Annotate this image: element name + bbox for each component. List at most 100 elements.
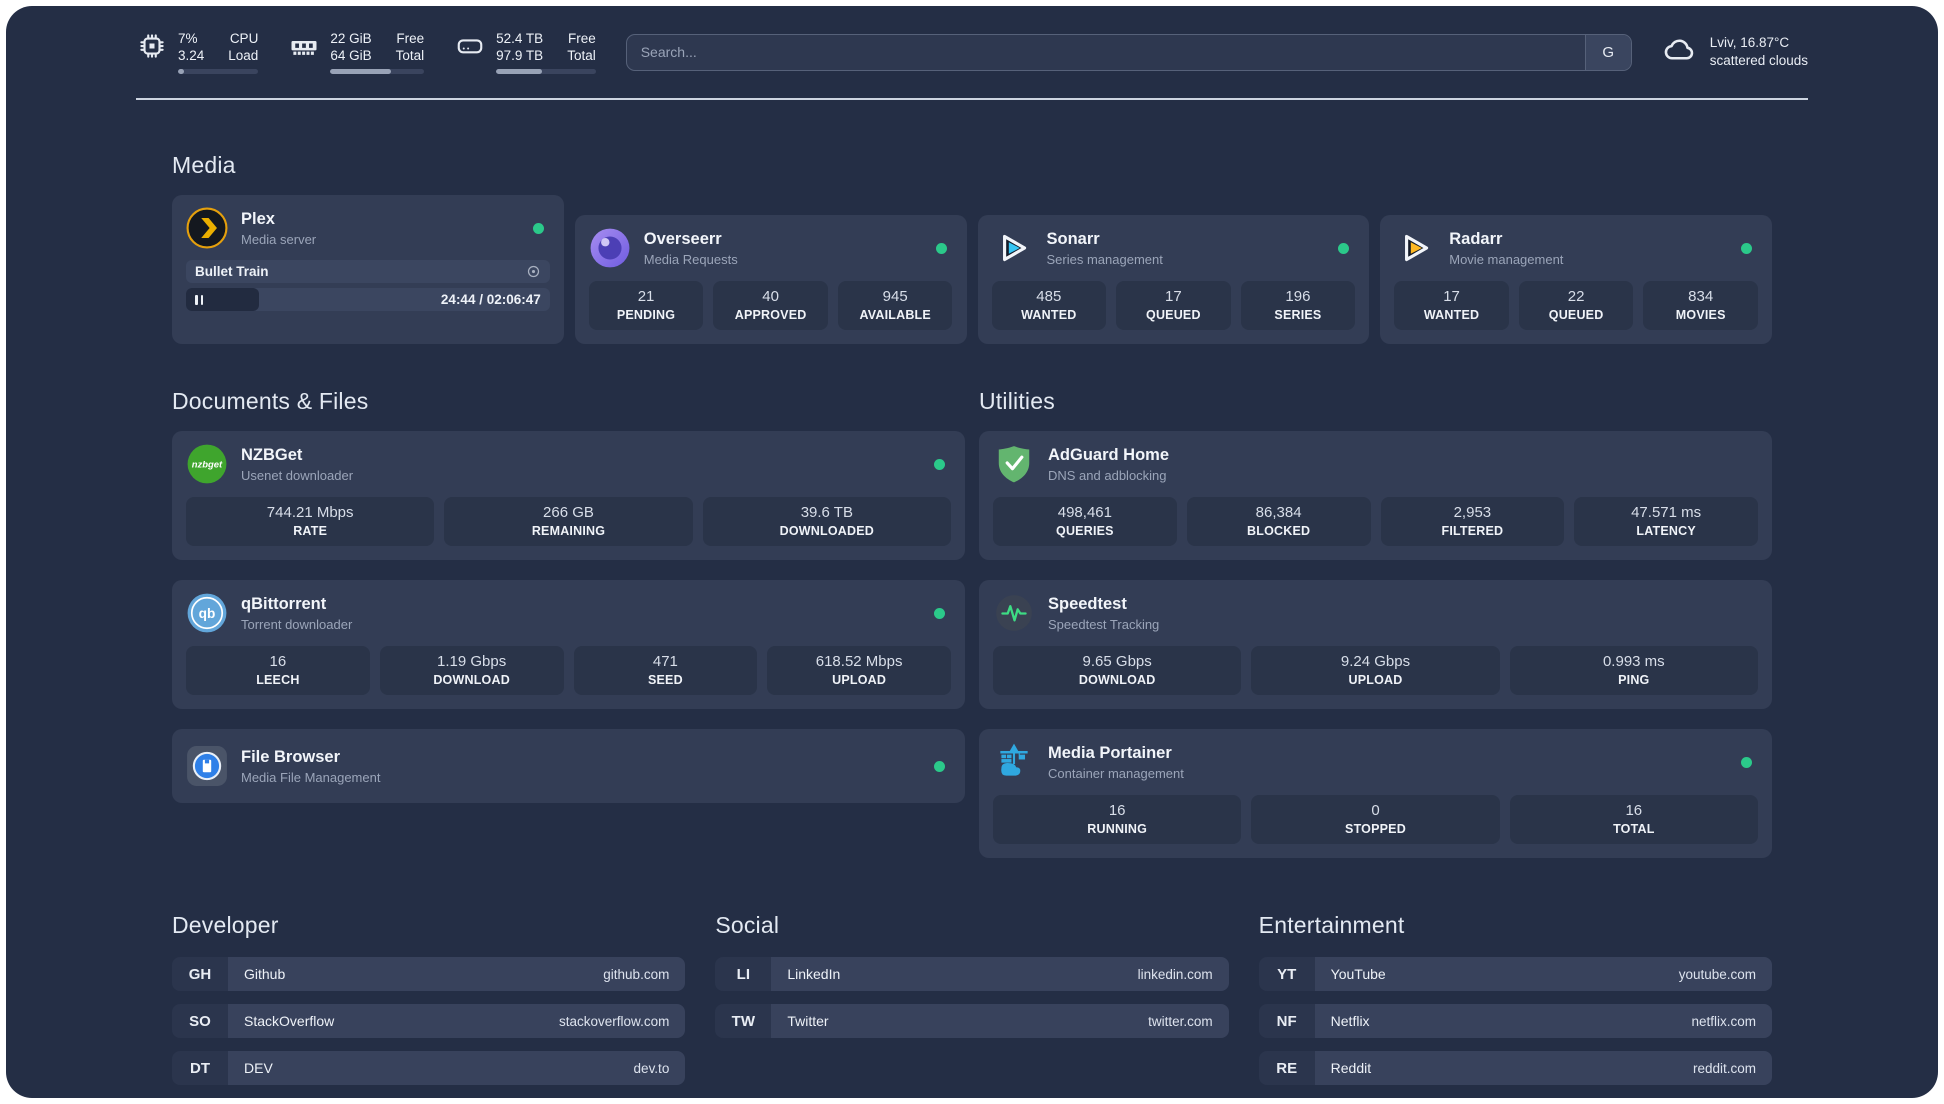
app-subtitle: DNS and adblocking — [1048, 467, 1167, 483]
now-playing-title: Bullet Train — [195, 264, 269, 279]
app-card-nzbget[interactable]: nzbget NZBGet Usenet downloader 744.21 M… — [172, 431, 965, 560]
link-abbr: LI — [715, 957, 772, 991]
app-card-filebrowser[interactable]: File Browser Media File Management — [172, 729, 965, 803]
stat-label: SEED — [647, 673, 683, 687]
cpu-progress-fill — [178, 69, 184, 74]
playback-progress-bar[interactable]: 24:44 / 02:06:47 — [186, 288, 550, 311]
search-bar: G — [625, 33, 1632, 71]
cast-icon[interactable] — [526, 264, 541, 279]
app-card-portainer[interactable]: Media Portainer Container management 16 … — [979, 729, 1772, 858]
section-title-social: Social — [715, 912, 780, 938]
stat-tile: 21 PENDING — [588, 281, 704, 330]
link-url: stackoverflow.com — [559, 1013, 670, 1029]
stat-label: REMAINING — [531, 524, 606, 538]
stat-value: 16 — [1108, 802, 1126, 819]
qbittorrent-icon: qb — [186, 592, 228, 634]
app-subtitle: Media File Management — [241, 769, 381, 785]
app-card-sonarr[interactable]: Sonarr Series management 485 WANTED 17 Q… — [977, 215, 1370, 344]
disk-progress-fill — [496, 69, 542, 74]
link-abbr: GH — [172, 957, 228, 991]
app-title: Sonarr — [1046, 229, 1100, 248]
stat-label: UPLOAD — [832, 673, 887, 687]
link-row-dev[interactable]: DT DEV dev.to — [172, 1051, 686, 1085]
stat-value: 40 — [762, 288, 779, 305]
stat-value: 485 — [1036, 288, 1062, 305]
link-abbr: DT — [172, 1051, 228, 1085]
app-title: Overseerr — [643, 229, 722, 248]
link-abbr: NF — [1258, 1004, 1315, 1038]
stat-tile: 1.19 Gbps DOWNLOAD — [379, 646, 564, 695]
app-subtitle: Speedtest Tracking — [1048, 616, 1160, 632]
app-subtitle: Movie management — [1449, 251, 1564, 267]
app-card-plex[interactable]: Plex Media server Bullet Train 24:44 / 0… — [172, 195, 564, 344]
sonarr-icon — [992, 227, 1034, 269]
system-widgets: 7% 3.24 CPU Load 22 GiB 64 GiB Free Tota… — [136, 30, 596, 74]
stat-label: DOWNLOAD — [433, 673, 510, 687]
memory-total: 64 GiB — [330, 48, 372, 63]
stat-tile: 0 STOPPED — [1251, 795, 1500, 844]
stat-label: SERIES — [1274, 308, 1322, 322]
weather-widget: Lviv, 16.87°C scattered clouds — [1662, 32, 1808, 73]
stat-tile: 834 MOVIES — [1643, 281, 1758, 330]
disk-progress-track — [496, 69, 596, 74]
link-row-youtube[interactable]: YT YouTube youtube.com — [1258, 957, 1772, 991]
status-dot — [1741, 242, 1752, 254]
app-title: Speedtest — [1048, 594, 1127, 613]
weather-condition: scattered clouds — [1709, 53, 1808, 68]
app-subtitle: Usenet downloader — [241, 467, 354, 483]
pause-icon[interactable] — [195, 294, 203, 305]
cpu-icon — [136, 30, 168, 62]
section-title-utilities: Utilities — [979, 388, 1055, 414]
stat-label: FILTERED — [1441, 524, 1504, 538]
link-row-stackoverflow[interactable]: SO StackOverflow stackoverflow.com — [172, 1004, 686, 1038]
app-title: Plex — [241, 209, 275, 228]
stat-label: PING — [1618, 673, 1650, 687]
disk-total-label: Total — [567, 48, 596, 63]
status-dot — [934, 607, 945, 619]
svg-text:qb: qb — [199, 606, 216, 621]
svg-text:nzbget: nzbget — [192, 460, 223, 471]
stat-value: 9.24 Gbps — [1340, 653, 1411, 670]
stat-value: 1.19 Gbps — [437, 653, 507, 670]
stat-value: 498,461 — [1057, 504, 1112, 521]
section-title-media: Media — [172, 152, 236, 178]
link-row-github[interactable]: GH Github github.com — [172, 957, 686, 991]
link-name: Reddit — [1330, 1060, 1372, 1076]
memory-progress-fill — [330, 69, 392, 74]
app-title: AdGuard Home — [1048, 445, 1170, 464]
link-abbr: TW — [715, 1004, 772, 1038]
stat-value: 2,953 — [1453, 504, 1492, 521]
app-title: File Browser — [241, 747, 341, 766]
link-row-netflix[interactable]: NF Netflix netflix.com — [1258, 1004, 1772, 1038]
app-card-qbittorrent[interactable]: qb qBittorrent Torrent downloader 16 LEE… — [172, 580, 965, 709]
status-dot — [935, 242, 947, 254]
header: 7% 3.24 CPU Load 22 GiB 64 GiB Free Tota… — [6, 6, 1938, 74]
link-name: StackOverflow — [244, 1013, 335, 1029]
app-card-adguard[interactable]: AdGuard Home DNS and adblocking 498,461 … — [979, 431, 1772, 560]
stat-tile: 17 QUEUED — [1116, 281, 1231, 330]
stat-value: 47.571 ms — [1631, 504, 1702, 521]
app-card-overseerr[interactable]: Overseerr Media Requests 21 PENDING 40 A… — [574, 215, 967, 344]
stat-tile: 40 APPROVED — [713, 281, 828, 330]
stat-tile: 266 GB REMAINING — [444, 497, 693, 546]
stat-label: QUEUED — [1146, 308, 1201, 322]
stat-tile: 2,953 FILTERED — [1380, 497, 1565, 546]
ram-icon — [288, 30, 320, 62]
app-card-radarr[interactable]: Radarr Movie management 17 WANTED 22 QUE… — [1380, 215, 1772, 344]
stat-tile: 618.52 Mbps UPLOAD — [767, 646, 951, 695]
app-title: Radarr — [1449, 229, 1503, 248]
app-card-speedtest[interactable]: Speedtest Speedtest Tracking 9.65 Gbps D… — [979, 580, 1772, 709]
stat-tile: 0.993 ms PING — [1509, 646, 1758, 695]
link-abbr: YT — [1258, 957, 1315, 991]
link-row-twitter[interactable]: TW Twitter twitter.com — [715, 1004, 1229, 1038]
search-engine-button[interactable]: G — [1584, 34, 1631, 70]
section-title-documents: Documents & Files — [172, 388, 369, 414]
adguard-icon — [993, 443, 1035, 485]
radarr-icon — [1394, 227, 1436, 269]
link-row-reddit[interactable]: RE Reddit reddit.com — [1258, 1051, 1772, 1085]
link-name: YouTube — [1330, 966, 1386, 982]
link-row-linkedin[interactable]: LI LinkedIn linkedin.com — [715, 957, 1229, 991]
link-url: dev.to — [633, 1060, 670, 1076]
search-input[interactable] — [626, 34, 1585, 70]
stat-value: 17 — [1443, 288, 1460, 305]
